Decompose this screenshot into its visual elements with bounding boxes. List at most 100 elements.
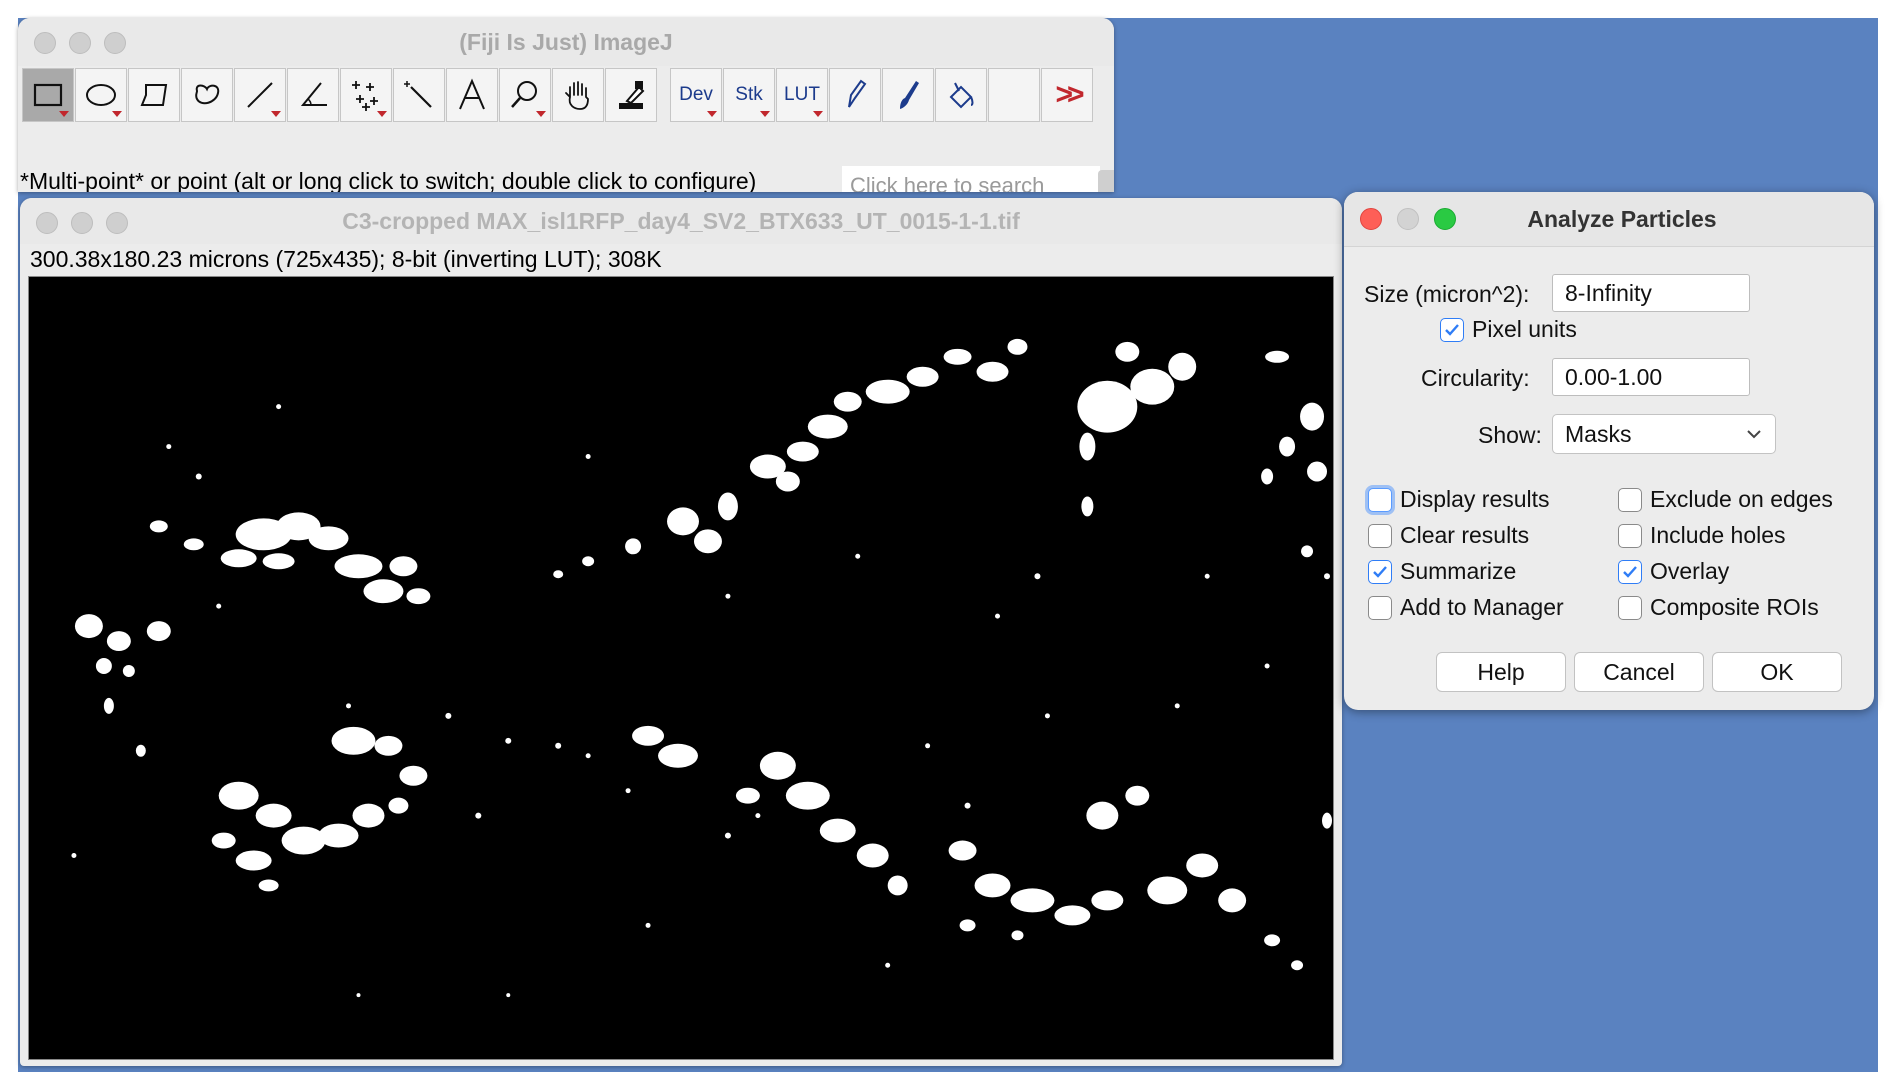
search-options-button[interactable] <box>1098 170 1114 192</box>
double-chevron-right-icon: >> <box>1055 78 1084 111</box>
tool-menu-indicator <box>59 111 69 117</box>
image-window: C3-cropped MAX_isl1RFP_day4_SV2_BTX633_U… <box>20 198 1342 1066</box>
composite-rois-label: Composite ROIs <box>1650 594 1819 620</box>
include-holes-label: Include holes <box>1650 522 1786 548</box>
text-tool[interactable] <box>446 68 498 122</box>
checkmark-icon <box>1445 323 1459 336</box>
image-titlebar[interactable]: C3-cropped MAX_isl1RFP_day4_SV2_BTX633_U… <box>20 198 1342 244</box>
more-tools-button[interactable]: >> <box>1041 68 1093 122</box>
exclude-on-edges-check-box[interactable] <box>1618 487 1642 512</box>
display-results-checkbox[interactable]: Display results <box>1368 486 1550 513</box>
tool-menu-indicator <box>112 111 122 117</box>
chevron-down-icon <box>1747 430 1761 439</box>
size-label: Size (micron^2): <box>1364 281 1530 307</box>
wand-icon <box>404 81 432 108</box>
color-picker-tool[interactable] <box>605 68 657 122</box>
multipoint-icon <box>352 81 378 111</box>
image-info-text: 300.38x180.23 microns (725x435); 8-bit (… <box>30 246 662 272</box>
circularity-input[interactable]: 0.00-1.00 <box>1552 358 1750 396</box>
summarize-checkbox[interactable]: Summarize <box>1368 558 1516 585</box>
fiji-window-title: (Fiji Is Just) ImageJ <box>459 29 673 55</box>
include-holes-check-box[interactable] <box>1618 523 1642 548</box>
fiji-toolbar-window: (Fiji Is Just) ImageJ Dev Stk LUT >> *Mu… <box>18 18 1114 192</box>
tool-row: Dev Stk LUT >> <box>22 68 1093 124</box>
overlay-label: Overlay <box>1650 558 1730 584</box>
size-input[interactable]: 8-Infinity <box>1552 274 1750 312</box>
dev-menu-tool[interactable]: Dev <box>670 68 722 122</box>
rectangle-icon <box>33 83 63 107</box>
tool-menu-indicator <box>760 111 770 117</box>
clear-results-label: Clear results <box>1400 522 1530 548</box>
angle-tool[interactable] <box>287 68 339 122</box>
freehand-icon <box>195 84 220 105</box>
rectangle-tool[interactable] <box>22 68 74 122</box>
pencil-icon <box>848 79 867 108</box>
checkmark-icon <box>1623 565 1637 578</box>
tool-menu-indicator <box>536 111 546 117</box>
exclude-on-edges-label: Exclude on edges <box>1650 486 1833 512</box>
display-results-label: Display results <box>1400 486 1550 512</box>
tool-menu-indicator <box>271 111 281 117</box>
lut-menu-tool[interactable]: LUT <box>776 68 828 122</box>
search-input[interactable]: Click here to search <box>842 166 1100 192</box>
stk-label: Stk <box>735 84 763 105</box>
tool-menu-indicator <box>377 111 387 117</box>
checkmark-icon <box>1373 565 1387 578</box>
show-label: Show: <box>1478 422 1542 448</box>
help-button[interactable]: Help <box>1436 652 1566 692</box>
image-canvas[interactable] <box>28 276 1334 1060</box>
composite-rois-checkbox[interactable]: Composite ROIs <box>1618 594 1819 621</box>
add-to-manager-label: Add to Manager <box>1400 594 1564 620</box>
empty-tool-slot <box>988 68 1040 122</box>
clear-results-check-box[interactable] <box>1368 523 1392 548</box>
polygon-tool[interactable] <box>128 68 180 122</box>
text-icon <box>459 78 485 110</box>
dialog-titlebar[interactable]: Analyze Particles <box>1344 192 1874 247</box>
pencil-tool[interactable] <box>829 68 881 122</box>
oval-tool[interactable] <box>75 68 127 122</box>
lut-label: LUT <box>784 84 820 105</box>
polygon-icon <box>140 84 168 106</box>
dev-label: Dev <box>679 84 713 105</box>
dialog-title: Analyze Particles <box>1527 206 1717 232</box>
summarize-check-box[interactable] <box>1368 559 1392 584</box>
line-tool[interactable] <box>234 68 286 122</box>
freehand-tool[interactable] <box>181 68 233 122</box>
brush-icon <box>900 81 919 109</box>
composite-rois-check-box[interactable] <box>1618 595 1642 620</box>
exclude-on-edges-checkbox[interactable]: Exclude on edges <box>1618 486 1833 513</box>
clear-results-checkbox[interactable]: Clear results <box>1368 522 1529 549</box>
ok-button[interactable]: OK <box>1712 652 1842 692</box>
show-selected-value: Masks <box>1565 421 1632 447</box>
flood-fill-icon <box>949 82 974 109</box>
fiji-titlebar[interactable]: (Fiji Is Just) ImageJ <box>18 18 1114 66</box>
overlay-checkbox[interactable]: Overlay <box>1618 558 1729 585</box>
add-to-manager-checkbox[interactable]: Add to Manager <box>1368 594 1564 621</box>
stk-menu-tool[interactable]: Stk <box>723 68 775 122</box>
circularity-label: Circularity: <box>1421 365 1530 391</box>
hand-tool[interactable] <box>552 68 604 122</box>
show-select[interactable]: Masks <box>1552 414 1776 454</box>
line-icon <box>247 82 273 108</box>
brush-tool[interactable] <box>882 68 934 122</box>
overlay-check-box[interactable] <box>1618 559 1642 584</box>
add-to-manager-check-box[interactable] <box>1368 595 1392 620</box>
multipoint-tool[interactable] <box>340 68 392 122</box>
magnifier-icon <box>511 81 537 108</box>
hand-icon <box>565 81 589 110</box>
display-results-check-box[interactable] <box>1368 487 1392 512</box>
cancel-button[interactable]: Cancel <box>1574 652 1704 692</box>
angle-icon <box>300 82 327 106</box>
flood-fill-tool[interactable] <box>935 68 987 122</box>
summarize-label: Summarize <box>1400 558 1517 584</box>
toolbar-status-text: *Multi-point* or point (alt or long clic… <box>20 168 757 192</box>
pixel-units-check-box[interactable] <box>1440 317 1464 342</box>
analyze-particles-dialog: Analyze Particles Size (micron^2): 8-Inf… <box>1344 192 1874 710</box>
dropper-icon <box>619 81 645 109</box>
pixel-units-label: Pixel units <box>1472 316 1577 342</box>
pixel-units-checkbox[interactable]: Pixel units <box>1440 316 1577 343</box>
tool-menu-indicator <box>813 111 823 117</box>
wand-tool[interactable] <box>393 68 445 122</box>
include-holes-checkbox[interactable]: Include holes <box>1618 522 1786 549</box>
zoom-tool[interactable] <box>499 68 551 122</box>
